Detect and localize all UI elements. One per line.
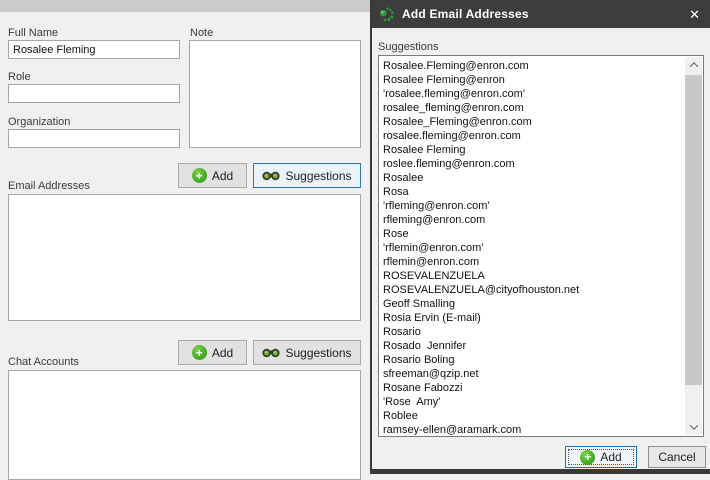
- email-addresses-list[interactable]: [8, 194, 361, 321]
- add-email-addresses-dialog: Add Email Addresses ✕ Suggestions Rosale…: [370, 0, 710, 474]
- suggestion-list-item[interactable]: Rosane Fabozzi: [383, 381, 685, 395]
- dialog-cancel-label: Cancel: [658, 450, 695, 464]
- email-suggestions-button[interactable]: Suggestions: [253, 163, 361, 188]
- dialog-title: Add Email Addresses: [402, 7, 529, 21]
- suggestion-list-item[interactable]: Rose: [383, 227, 685, 241]
- suggestion-list-item[interactable]: Rosario: [383, 325, 685, 339]
- dialog-suggestions-label: Suggestions: [378, 41, 439, 53]
- chat-accounts-list[interactable]: [8, 370, 361, 480]
- chat-suggestions-label: Suggestions: [285, 346, 351, 360]
- suggestion-list-item[interactable]: 'rosalee.fleming@enron.com': [383, 87, 685, 101]
- scroll-down-button[interactable]: [685, 419, 702, 435]
- suggestion-list-item[interactable]: Rosalee Fleming@enron: [383, 73, 685, 87]
- suggestion-list-item[interactable]: Rosado Jennifer: [383, 339, 685, 353]
- add-plus-icon: +: [192, 168, 207, 183]
- chevron-down-icon: [689, 421, 697, 429]
- add-plus-icon: +: [192, 345, 207, 360]
- suggestion-list-item[interactable]: rflemin@enron.com: [383, 255, 685, 269]
- suggestion-list-item[interactable]: Rosia Ervin (E-mail): [383, 311, 685, 325]
- email-suggestions-label: Suggestions: [285, 169, 351, 183]
- chat-add-label: Add: [212, 346, 233, 360]
- role-label: Role: [8, 71, 31, 83]
- chat-accounts-label: Chat Accounts: [8, 356, 79, 368]
- chat-suggestions-button[interactable]: Suggestions: [253, 340, 361, 365]
- suggestion-list-item[interactable]: Geoff Smalling: [383, 297, 685, 311]
- suggestion-list-item[interactable]: Roblee: [383, 409, 685, 423]
- dialog-add-label: Add: [600, 450, 621, 464]
- suggestion-list-item[interactable]: Rosa: [383, 185, 685, 199]
- suggestions-listbox[interactable]: Rosalee.Fleming@enron.comRosalee Fleming…: [378, 55, 704, 437]
- binoculars-icon: [262, 347, 280, 359]
- suggestion-list-item[interactable]: Rosalee: [383, 171, 685, 185]
- email-addresses-label: Email Addresses: [8, 180, 90, 192]
- dialog-titlebar: Add Email Addresses ✕: [370, 0, 710, 28]
- dialog-bottom-border: [370, 469, 710, 474]
- suggestion-list-item[interactable]: roslee.fleming@enron.com: [383, 157, 685, 171]
- suggestion-list-item[interactable]: sfreeman@qzip.net: [383, 367, 685, 381]
- email-add-button[interactable]: + Add: [178, 163, 247, 188]
- note-textarea[interactable]: [189, 40, 361, 148]
- suggestion-list-item[interactable]: rosalee_fleming@enron.com: [383, 101, 685, 115]
- note-label: Note: [190, 27, 213, 39]
- suggestion-list-item[interactable]: 'rfleming@enron.com': [383, 199, 685, 213]
- role-input[interactable]: [8, 84, 180, 103]
- suggestion-list-item[interactable]: 'rflemin@enron.com': [383, 241, 685, 255]
- chat-add-button[interactable]: + Add: [178, 340, 247, 365]
- full-name-input[interactable]: [8, 40, 180, 59]
- organization-input[interactable]: [8, 129, 180, 148]
- full-name-label: Full Name: [8, 27, 58, 39]
- suggestion-list-item[interactable]: rfleming@enron.com: [383, 213, 685, 227]
- suggestion-list-item[interactable]: Rosalee.Fleming@enron.com: [383, 59, 685, 73]
- organization-label: Organization: [8, 116, 70, 128]
- suggestion-list-item[interactable]: rosalee.fleming@enron.com: [383, 129, 685, 143]
- suggestion-list-item[interactable]: ROSEVALENZUELA@cityofhouston.net: [383, 283, 685, 297]
- suggestions-items: Rosalee.Fleming@enron.comRosalee Fleming…: [380, 57, 685, 435]
- suggestion-list-item[interactable]: 'Rose Amy': [383, 395, 685, 409]
- contact-dots-icon: [379, 7, 394, 22]
- chevron-up-icon: [689, 62, 697, 70]
- suggestion-list-item[interactable]: Rosario Boling: [383, 353, 685, 367]
- add-plus-icon: +: [580, 450, 595, 465]
- dialog-add-button[interactable]: + Add: [565, 446, 637, 468]
- scroll-up-button[interactable]: [685, 57, 702, 73]
- suggestion-list-item[interactable]: ROSEVALENZUELA: [383, 269, 685, 283]
- suggestion-list-item[interactable]: Rosalee_Fleming@enron.com: [383, 115, 685, 129]
- suggestion-list-item[interactable]: ramsey-ellen@aramark.com: [383, 423, 685, 435]
- dialog-cancel-button[interactable]: Cancel: [648, 446, 706, 468]
- dialog-left-border: [370, 0, 372, 474]
- email-add-label: Add: [212, 169, 233, 183]
- binoculars-icon: [262, 170, 280, 182]
- close-icon[interactable]: ✕: [689, 8, 700, 21]
- scrollbar[interactable]: [685, 57, 702, 435]
- scrollbar-thumb[interactable]: [685, 75, 702, 385]
- suggestion-list-item[interactable]: Rosalee Fleming: [383, 143, 685, 157]
